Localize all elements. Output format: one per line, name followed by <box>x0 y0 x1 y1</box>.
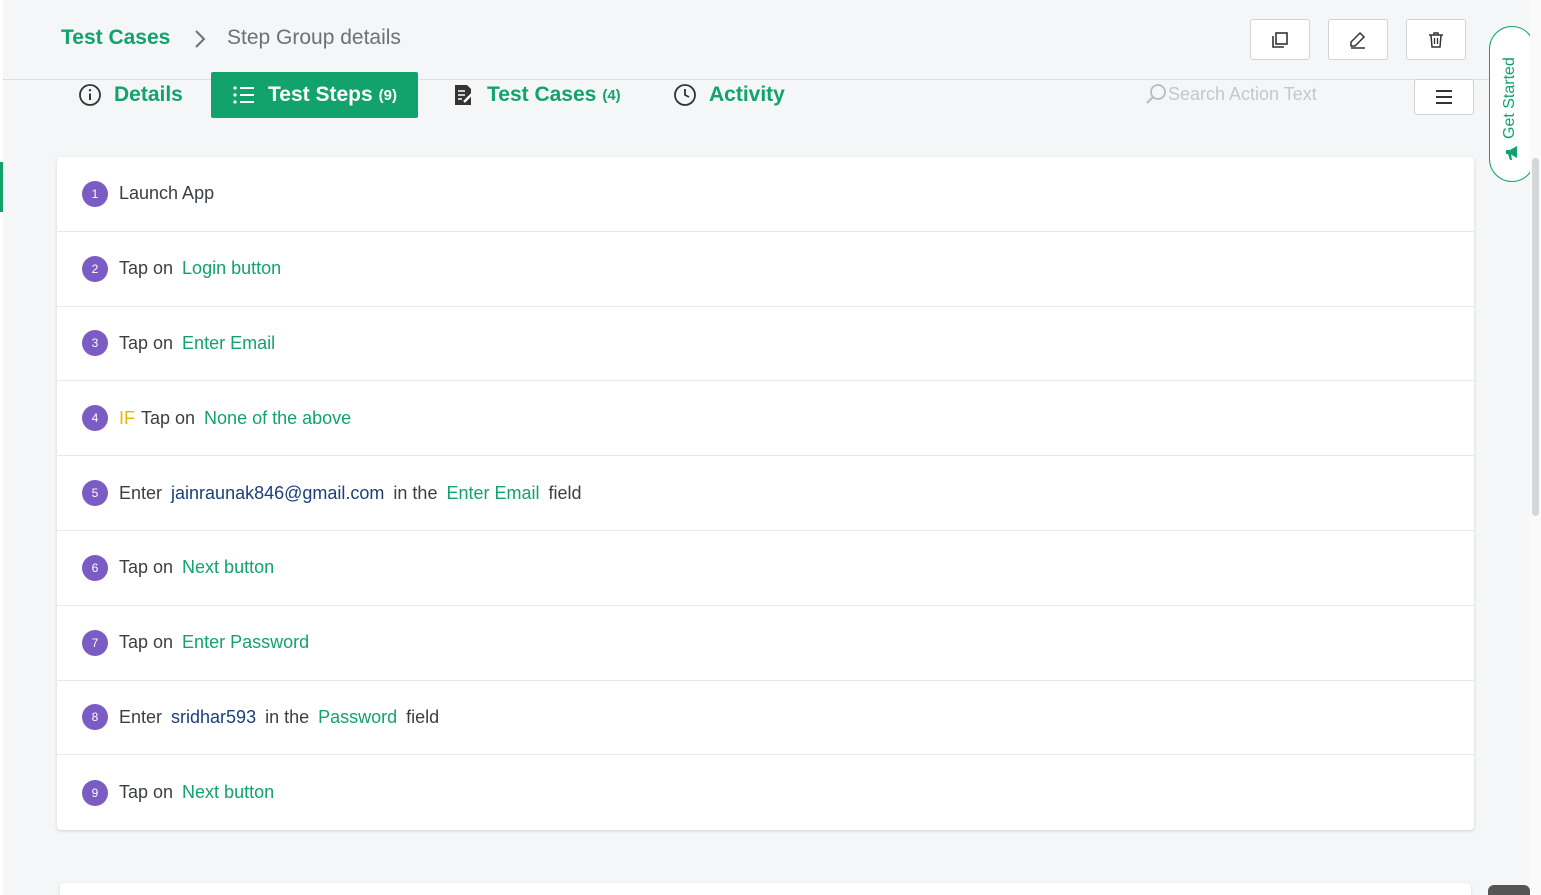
list-icon <box>233 86 254 104</box>
chevron-right-icon <box>195 30 206 48</box>
clock-icon <box>674 84 696 106</box>
tab-activity-label: Activity <box>709 83 785 106</box>
step-text: Tap on <box>119 782 174 803</box>
menu-button[interactable] <box>1414 79 1474 115</box>
tab-test-steps-count: (9) <box>378 86 397 104</box>
active-indicator <box>0 162 3 212</box>
info-icon <box>79 84 101 106</box>
help-widget[interactable] <box>1488 885 1530 895</box>
step-row[interactable]: 5 Enter jainraunak846@gmail.com in the Enter… <box>57 456 1474 531</box>
tab-test-cases-count: (4) <box>602 86 621 104</box>
step-text: Launch App <box>119 183 215 204</box>
step-test-data: sridhar593 <box>171 706 257 727</box>
step-element-link[interactable]: Enter Password <box>182 632 309 653</box>
megaphone-icon <box>1506 146 1517 160</box>
testcase-icon <box>455 85 473 105</box>
delete-button[interactable] <box>1406 19 1466 60</box>
step-text: in the <box>393 482 438 503</box>
step-element-link[interactable]: None of the above <box>204 408 351 429</box>
edit-button[interactable] <box>1328 19 1388 60</box>
step-row[interactable]: 9 Tap on Next button <box>57 755 1474 830</box>
hamburger-icon <box>1436 90 1452 104</box>
tab-test-steps[interactable]: Test Steps (9) <box>211 72 418 118</box>
step-test-data: jainraunak846@gmail.com <box>171 482 385 503</box>
search-icon <box>1146 84 1166 104</box>
step-element-link[interactable]: Next button <box>182 782 274 803</box>
search-box <box>1144 80 1398 108</box>
step-element-link[interactable]: Next button <box>182 557 274 578</box>
step-element-link[interactable]: Enter Email <box>182 333 275 354</box>
step-number: 4 <box>82 405 108 432</box>
step-row[interactable]: 6 Tap on Next button <box>57 531 1474 606</box>
copy-icon <box>1272 31 1288 48</box>
step-row[interactable]: 7 Tap on Enter Password <box>57 606 1474 681</box>
step-text: Tap on <box>119 332 174 353</box>
step-number: 3 <box>82 330 108 357</box>
get-started-label: Get Started <box>1501 57 1518 139</box>
step-text: Enter <box>119 706 163 727</box>
step-row[interactable]: 3 Tap on Enter Email <box>57 307 1474 382</box>
step-element-link[interactable]: Login button <box>182 258 281 279</box>
tab-activity[interactable]: Activity <box>673 72 785 118</box>
step-number: 7 <box>82 629 108 656</box>
step-text: Tap on <box>119 258 174 279</box>
step-number: 5 <box>82 480 108 507</box>
trash-icon <box>1429 31 1443 48</box>
pencil-icon <box>1350 31 1366 49</box>
get-started-button[interactable]: Get Started <box>1489 26 1535 182</box>
step-text: field <box>406 706 440 727</box>
left-edge <box>0 0 3 895</box>
breadcrumb-current: Step Group details <box>227 26 401 49</box>
tab-test-cases-label: Test Cases <box>487 83 597 106</box>
step-text: Enter <box>119 482 163 503</box>
step-text: Tap on <box>119 557 174 578</box>
step-number: 8 <box>82 704 108 731</box>
step-row[interactable]: 8 Enter sridhar593 in the Password field <box>57 681 1474 756</box>
page-header: Test Cases Step Group details <box>3 0 1530 80</box>
step-number: 1 <box>82 180 108 207</box>
step-row[interactable]: 2 Tap on Login button <box>57 232 1474 307</box>
step-element-link[interactable]: Enter Email <box>446 483 539 504</box>
search-input[interactable] <box>1168 83 1398 105</box>
tab-test-steps-label: Test Steps <box>268 83 373 106</box>
step-text: in the <box>265 706 310 727</box>
step-element-link[interactable]: Password <box>318 707 397 728</box>
step-number: 2 <box>82 255 108 282</box>
breadcrumb-root-link[interactable]: Test Cases <box>61 26 170 50</box>
copy-button[interactable] <box>1250 19 1310 60</box>
step-number: 9 <box>82 779 108 806</box>
step-text: field <box>548 482 582 503</box>
secondary-card <box>60 883 1471 895</box>
step-condition: IF <box>119 407 135 428</box>
step-number: 6 <box>82 554 108 581</box>
step-text: Tap on <box>141 407 196 428</box>
tab-details[interactable]: Details <box>78 72 183 118</box>
tab-details-label: Details <box>114 83 183 106</box>
test-steps-list: 1 Launch App 2 Tap on Login button 3 Tap on Ent… <box>57 157 1474 830</box>
scrollbar-thumb[interactable] <box>1532 158 1539 516</box>
step-row[interactable]: 1 Launch App <box>57 157 1474 232</box>
tab-test-cases[interactable]: Test Cases (4) <box>451 72 621 118</box>
step-row[interactable]: 4 IF Tap on None of the above <box>57 381 1474 457</box>
step-text: Tap on <box>119 632 174 653</box>
